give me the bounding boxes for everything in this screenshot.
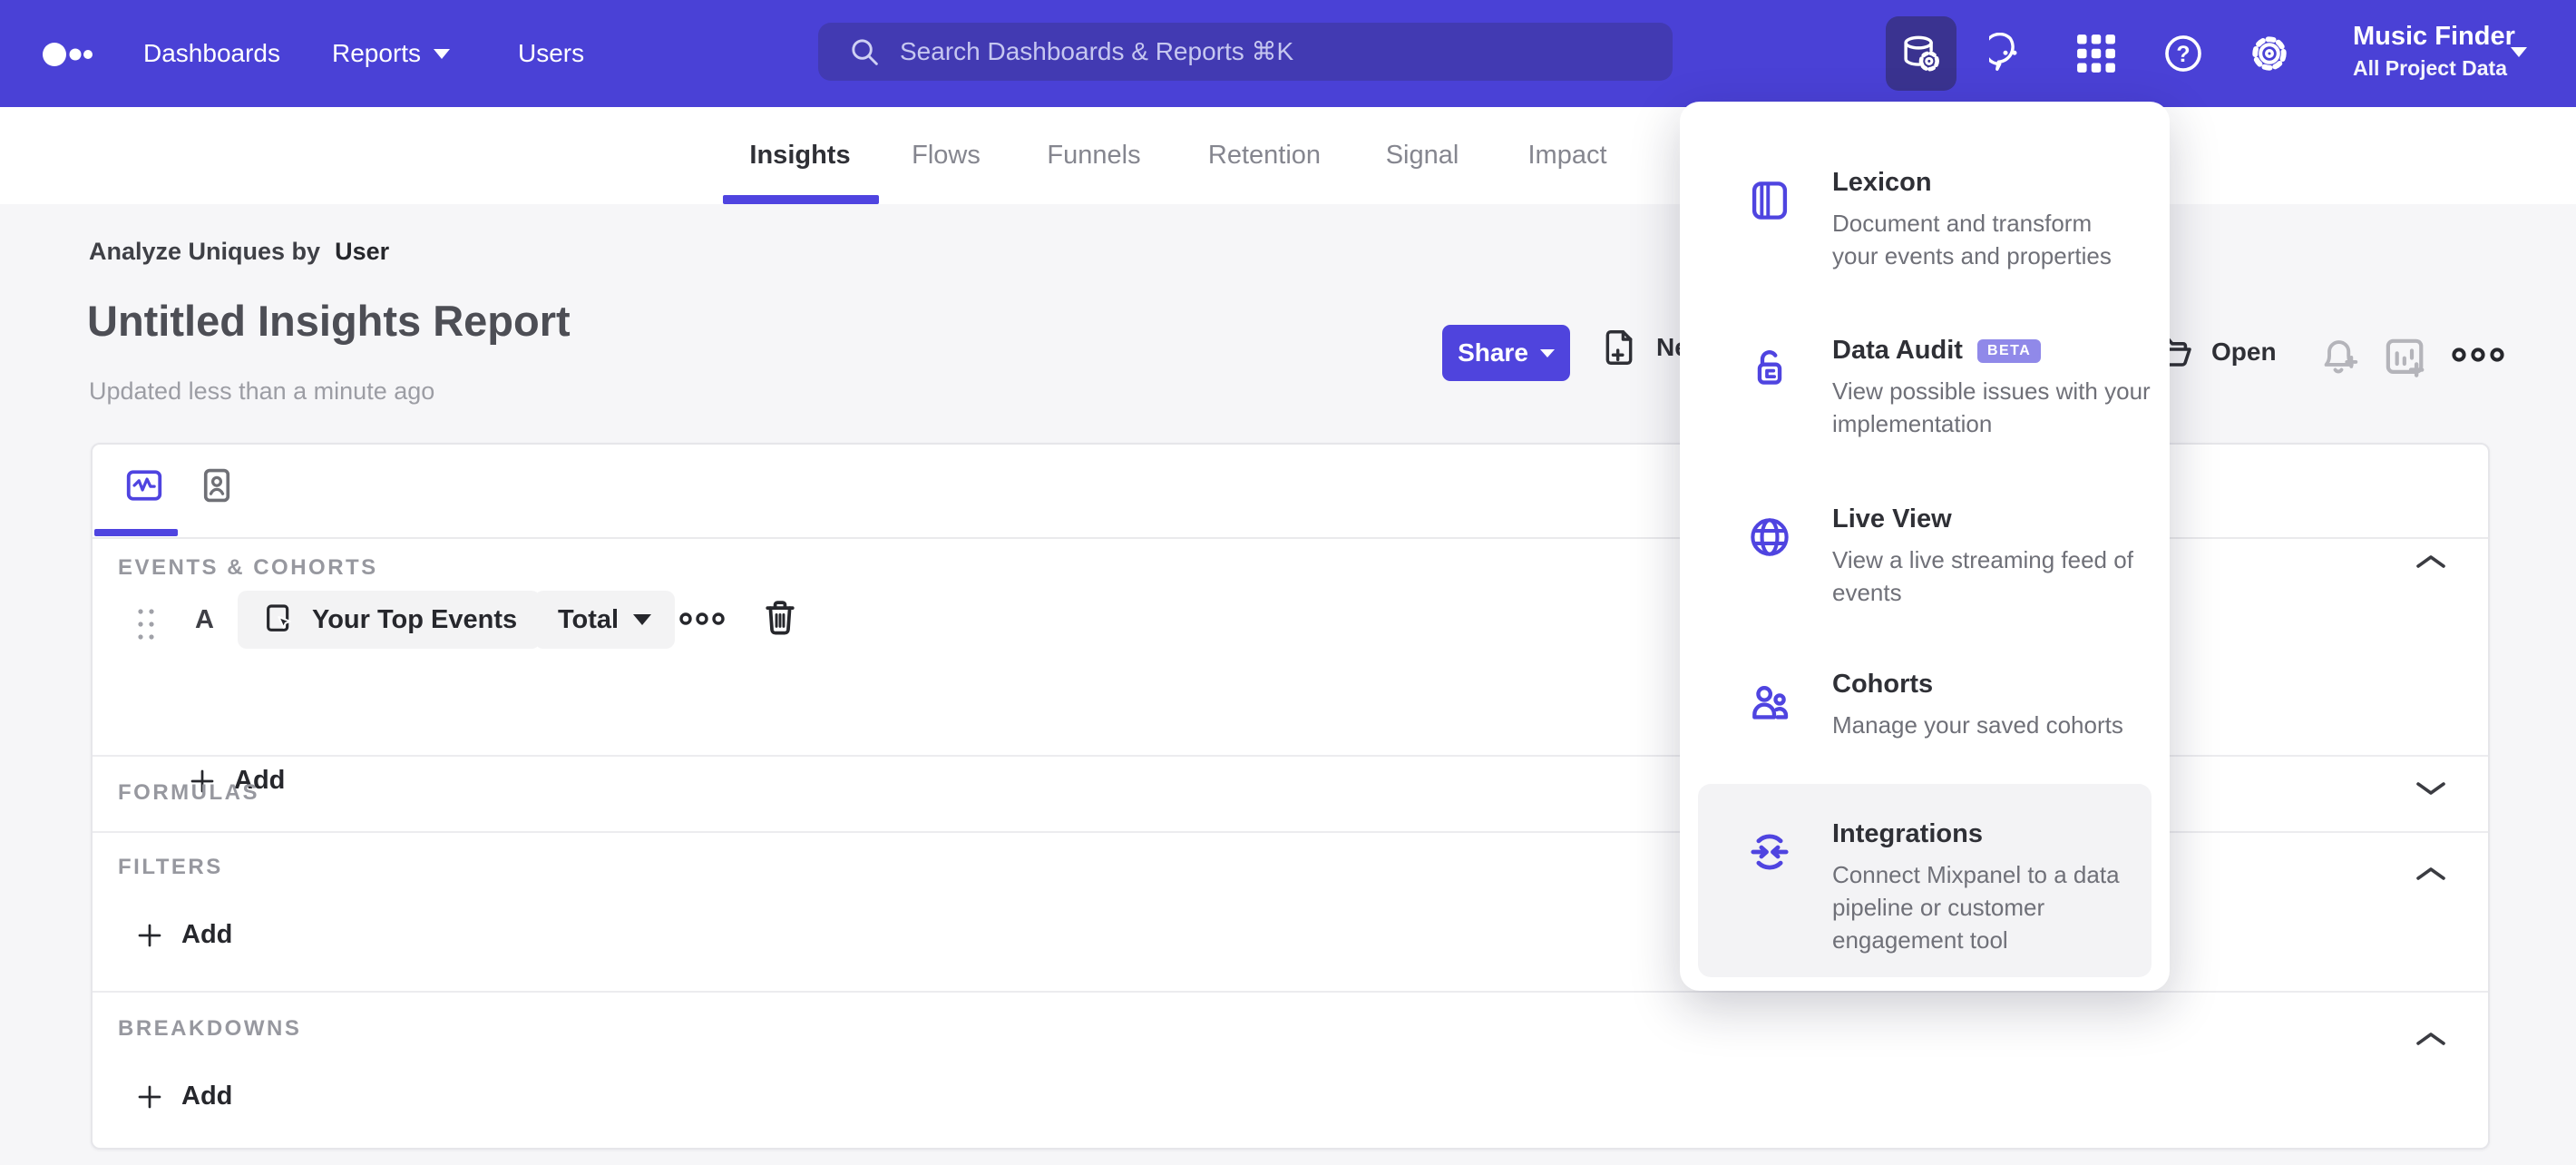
events-view-tab[interactable]	[123, 465, 165, 506]
tab-insights[interactable]: Insights	[749, 107, 850, 204]
collapse-section-button[interactable]	[2414, 1029, 2448, 1049]
tab-retention[interactable]: Retention	[1208, 107, 1321, 204]
create-alert-button[interactable]	[2315, 332, 2362, 379]
delete-event-button[interactable]	[757, 595, 803, 641]
event-row-letter: A	[195, 605, 214, 634]
analyze-prefix: Analyze Uniques by	[89, 238, 321, 265]
top-nav: Dashboards Reports Users Search Dashboar…	[0, 0, 2576, 107]
page-title[interactable]: Untitled Insights Report	[87, 296, 571, 346]
chevron-down-icon	[434, 48, 451, 59]
mixpanel-app: Dashboards Reports Users Search Dashboar…	[0, 0, 2576, 1165]
metric-dropdown[interactable]: Total	[534, 591, 676, 649]
expand-section-button[interactable]	[2414, 778, 2448, 798]
integrations-sync-icon	[1746, 828, 1793, 876]
feedback-button[interactable]	[1989, 33, 2031, 74]
chevron-down-icon	[1539, 348, 1555, 357]
project-name: Music Finder	[2353, 22, 2515, 51]
beta-badge: BETA	[1976, 338, 2042, 363]
analyze-value: User	[335, 238, 390, 265]
add-filter-button[interactable]: Add	[136, 920, 232, 950]
menu-item-data-audit[interactable]: Data Audit BETA View possible issues wit…	[1746, 336, 2151, 440]
help-button[interactable]: ?	[2162, 33, 2204, 74]
section-label: FORMULAS	[118, 780, 259, 805]
add-to-board-button[interactable]	[2380, 332, 2431, 383]
nav-dashboards-label: Dashboards	[143, 39, 280, 67]
global-search[interactable]	[818, 23, 1673, 81]
open-button-label: Open	[2211, 338, 2277, 366]
new-document-icon	[1598, 327, 1640, 368]
collapse-section-button[interactable]	[2414, 552, 2448, 572]
project-switcher[interactable]: Music Finder All Project Data	[2353, 18, 2515, 82]
metric-label: Total	[558, 604, 620, 634]
open-report-button[interactable]: Open	[2152, 330, 2277, 374]
nav-users[interactable]: Users	[518, 0, 584, 107]
event-selector-label: Your Top Events	[312, 604, 518, 634]
plus-icon	[138, 924, 161, 946]
tab-flows[interactable]: Flows	[912, 107, 981, 204]
event-click-icon	[261, 602, 298, 638]
project-scope: All Project Data	[2353, 56, 2507, 80]
section-label: BREAKDOWNS	[118, 1016, 302, 1041]
event-row-more-button[interactable]	[678, 610, 726, 628]
section-label: EVENTS & COHORTS	[118, 555, 378, 580]
apps-grid-button[interactable]	[2075, 33, 2117, 74]
data-management-menu: Lexicon Document and transform your even…	[1680, 102, 2170, 991]
share-button[interactable]: Share	[1442, 325, 1570, 381]
chevron-down-icon	[633, 614, 652, 625]
lock-icon	[1746, 345, 1793, 392]
nav-reports[interactable]: Reports	[332, 0, 451, 107]
data-management-button[interactable]	[1886, 16, 1956, 91]
search-icon	[849, 36, 880, 67]
profiles-view-tab[interactable]	[196, 465, 238, 506]
menu-item-integrations[interactable]: Integrations Connect Mixpanel to a data …	[1746, 819, 2136, 956]
collapse-section-button[interactable]	[2414, 864, 2448, 884]
nav-users-label: Users	[518, 39, 585, 67]
active-view-underline	[94, 529, 178, 536]
section-breakdowns: BREAKDOWNS Add	[93, 993, 2488, 1151]
add-breakdown-button[interactable]: Add	[136, 1082, 232, 1111]
menu-item-live-view[interactable]: Live View View a live streaming feed of …	[1746, 504, 2136, 609]
cohorts-people-icon	[1746, 679, 1793, 726]
active-tab-underline	[723, 195, 879, 204]
search-input[interactable]	[898, 36, 1537, 67]
more-options-button[interactable]	[2451, 345, 2505, 365]
analyze-uniques-control[interactable]: Analyze Uniques by User	[89, 238, 389, 266]
section-label: FILTERS	[118, 855, 223, 879]
settings-gear-button[interactable]	[2249, 33, 2290, 74]
nav-reports-label: Reports	[332, 39, 422, 67]
profile-card-icon	[203, 468, 230, 503]
svg-text:?: ?	[2176, 42, 2190, 67]
drag-handle[interactable]	[134, 604, 158, 644]
tab-signal[interactable]: Signal	[1386, 107, 1459, 204]
tab-funnels[interactable]: Funnels	[1047, 107, 1140, 204]
menu-item-lexicon[interactable]: Lexicon Document and transform your even…	[1746, 168, 2136, 272]
mixpanel-logo-icon[interactable]	[42, 40, 93, 69]
menu-item-cohorts[interactable]: Cohorts Manage your saved cohorts	[1746, 670, 2136, 741]
plus-icon	[138, 1085, 161, 1108]
tab-impact[interactable]: Impact	[1527, 107, 1606, 204]
globe-icon	[1746, 514, 1793, 561]
line-chart-icon	[126, 470, 162, 501]
database-gear-icon	[1900, 33, 1942, 74]
lexicon-book-icon	[1746, 177, 1793, 224]
report-tabs: Insights Flows Funnels Retention Signal …	[0, 107, 2576, 204]
event-selector-button[interactable]: Your Top Events	[238, 591, 542, 649]
nav-dashboards[interactable]: Dashboards	[143, 0, 280, 107]
chevron-down-icon	[2511, 47, 2527, 57]
updated-timestamp: Updated less than a minute ago	[89, 377, 435, 405]
